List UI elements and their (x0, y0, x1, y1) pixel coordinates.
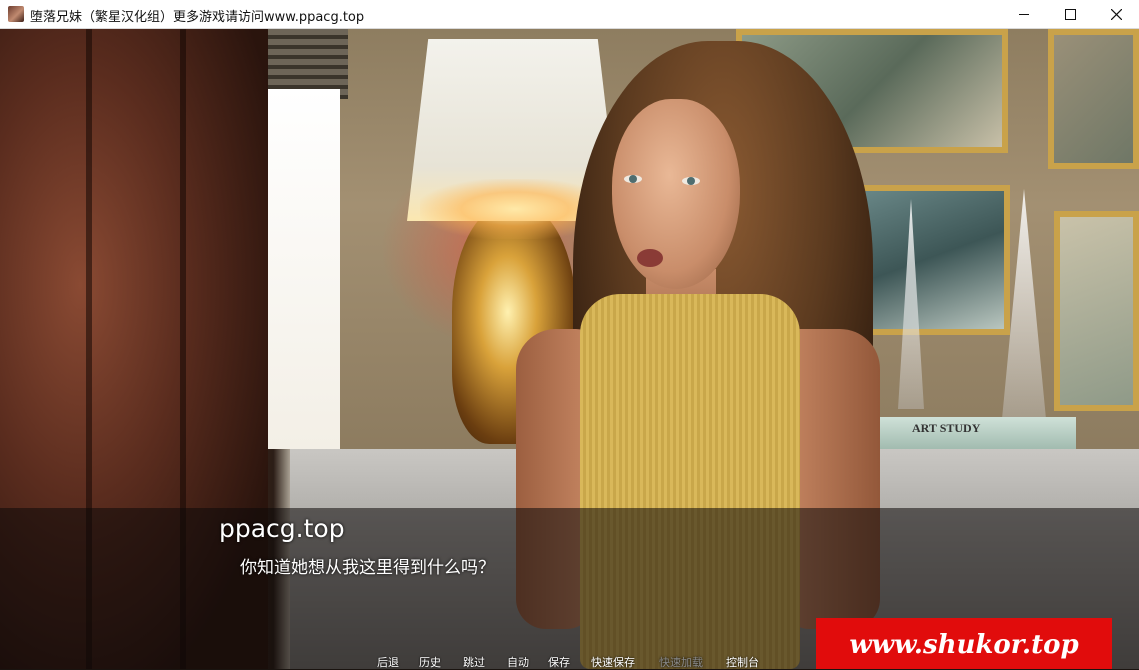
quick-menu-console[interactable]: 控制台 (726, 654, 759, 670)
dialogue-text: 你知道她想从我这里得到什么吗？ (240, 558, 495, 578)
character-face (612, 99, 740, 289)
game-scene[interactable]: ART STUDY ppacg.top 你知道她想从我这里得到什么吗？ www.… (0, 29, 1139, 669)
speaker-name: ppacg.top (219, 514, 345, 543)
minimize-button[interactable] (1001, 0, 1047, 29)
quick-menu-history[interactable]: 历史 (419, 654, 441, 670)
quick-menu-save[interactable]: 保存 (548, 654, 570, 670)
window-light (268, 89, 340, 449)
character-eye (624, 175, 642, 183)
maximize-button[interactable] (1047, 0, 1093, 29)
painting (1048, 29, 1139, 169)
character-mouth (637, 249, 663, 267)
title-bar[interactable]: 堕落兄妹（繁星汉化组）更多游戏请访问www.ppacg.top (0, 0, 1139, 29)
quick-menu-quick-save[interactable]: 快速保存 (591, 654, 635, 670)
maximize-icon (1064, 9, 1076, 20)
quick-menu-auto[interactable]: 自动 (507, 654, 529, 670)
quick-menu-quick-load[interactable]: 快速加载 (659, 654, 703, 670)
quick-menu: 后退 历史 跳过 自动 保存 快速保存 快速加载 控制台 (0, 652, 1139, 669)
close-icon (1110, 9, 1122, 20)
character-eye (682, 177, 700, 185)
quick-menu-back[interactable]: 后退 (377, 654, 399, 670)
minimize-icon (1019, 14, 1029, 15)
close-button[interactable] (1093, 0, 1139, 29)
app-icon (8, 6, 24, 22)
quick-menu-skip[interactable]: 跳过 (463, 654, 485, 670)
window-title: 堕落兄妹（繁星汉化组）更多游戏请访问www.ppacg.top (30, 10, 365, 25)
books-label: ART STUDY (912, 421, 981, 435)
painting (1054, 211, 1139, 411)
